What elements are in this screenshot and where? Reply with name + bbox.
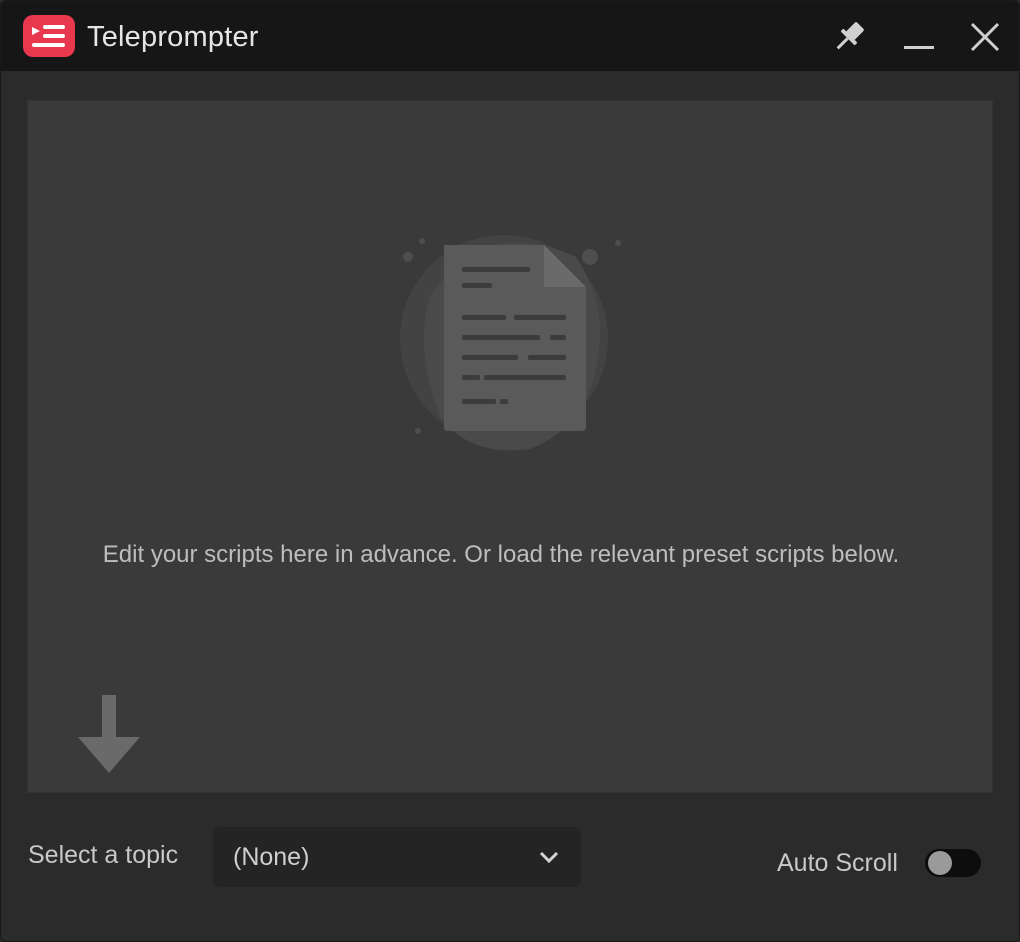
window-title: Teleprompter <box>87 21 259 53</box>
title-bar[interactable]: Teleprompter <box>1 1 1019 71</box>
auto-scroll-label: Auto Scroll <box>777 849 898 877</box>
down-arrow-icon <box>76 695 142 775</box>
auto-scroll-toggle[interactable] <box>925 849 981 877</box>
topic-select[interactable]: (None) <box>213 827 581 887</box>
topic-selected-value: (None) <box>233 843 310 871</box>
document-illustration-icon <box>400 227 624 463</box>
teleprompter-logo-icon <box>23 15 75 57</box>
script-editor[interactable]: Edit your scripts here in advance. Or lo… <box>27 100 993 793</box>
pin-button[interactable] <box>827 15 871 59</box>
editor-placeholder-hint: Edit your scripts here in advance. Or lo… <box>102 541 900 568</box>
chevron-down-icon <box>537 847 561 867</box>
minimize-icon <box>904 46 934 49</box>
minimize-button[interactable] <box>897 15 941 59</box>
toggle-knob <box>928 851 952 875</box>
close-button[interactable] <box>963 15 1007 59</box>
close-icon <box>970 22 1000 52</box>
topic-label: Select a topic <box>28 841 179 869</box>
pin-icon <box>836 22 864 50</box>
teleprompter-window: Teleprompter Edit your scripts here in a… <box>0 0 1020 942</box>
